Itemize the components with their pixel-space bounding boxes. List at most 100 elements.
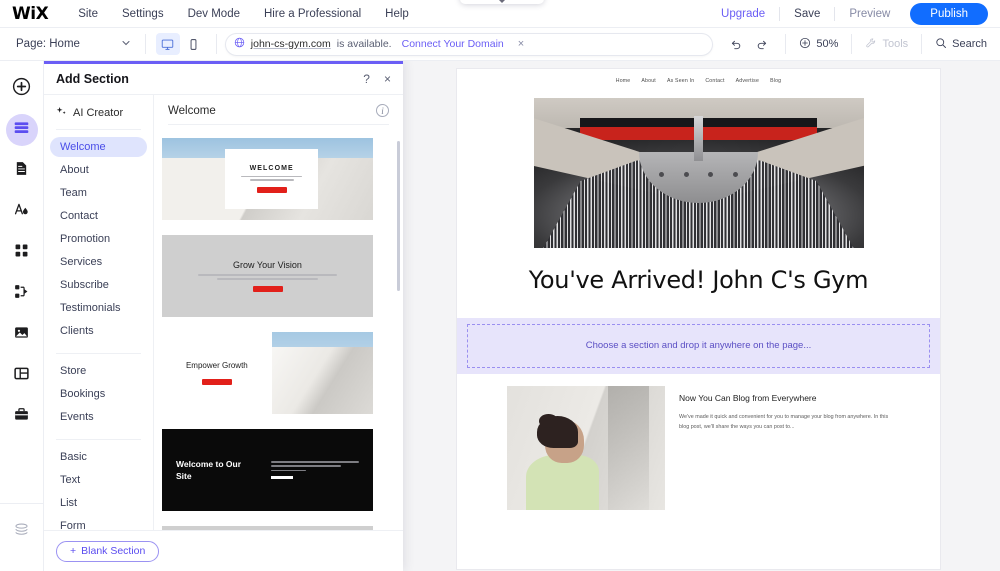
top-bar-actions: Upgrade Save Preview Publish [707,2,988,25]
close-icon[interactable]: × [518,38,524,50]
site-nav-as-seen-in[interactable]: As Seen In [667,78,694,84]
split-layout: Empower Growth [162,332,373,414]
category-clients[interactable]: Clients [50,321,147,341]
top-bar: WiX Site Settings Dev Mode Hire a Profes… [0,0,1000,28]
category-text[interactable]: Text [50,470,147,490]
theme-icon [13,201,30,223]
connect-your-domain-link[interactable]: Connect Your Domain [402,38,504,50]
site-design-button[interactable] [6,196,38,228]
panel-header: Add Section ? × [44,64,403,95]
sparkle-icon [56,106,67,120]
page-selector-label: Page: Home [16,38,80,50]
site-nav-home[interactable]: Home [616,78,631,84]
typewriter-key [708,172,714,177]
category-team[interactable]: Team [50,183,147,203]
upgrade-button[interactable]: Upgrade [707,8,779,20]
tooltip-caret-icon [498,0,506,3]
close-icon[interactable]: × [384,73,391,85]
ai-creator-button[interactable]: AI Creator [44,103,153,129]
section-thumbnail-empower-growth[interactable]: Empower Growth [162,332,373,414]
typewriter-key [658,172,664,177]
typewriter-key [683,172,689,177]
help-icon[interactable]: ? [363,73,370,85]
business-tools-button[interactable] [6,401,38,433]
section-thumbnail-welcome-overlay[interactable]: Welcome [162,526,373,530]
menu-settings[interactable]: Settings [122,8,164,20]
person-hair-bun [538,414,558,428]
layers-button[interactable] [6,516,38,548]
section-thumbnail-list: Welcome i WELCOME Grow Your Vision Empow… [154,95,403,530]
category-store[interactable]: Store [50,361,147,381]
scrollbar-thumb[interactable] [397,141,400,291]
dark-background: Welcome to Our Site [162,429,373,511]
category-testimonials[interactable]: Testimonials [50,298,147,318]
category-promotion[interactable]: Promotion [50,229,147,249]
publish-button[interactable]: Publish [910,2,988,25]
site-nav-about[interactable]: About [641,78,656,84]
category-events[interactable]: Events [50,407,147,427]
tools-button[interactable]: Tools [851,34,921,54]
save-button[interactable]: Save [780,8,834,20]
site-nav-advertise[interactable]: Advertise [736,78,759,84]
menu-help[interactable]: Help [385,8,409,20]
info-icon[interactable]: i [376,104,389,117]
editor-canvas[interactable]: Home About As Seen In Contact Advertise … [403,61,1000,571]
mobile-view-button[interactable] [182,33,206,55]
category-welcome[interactable]: Welcome [50,137,147,157]
site-nav-contact[interactable]: Contact [705,78,724,84]
briefcase-icon [13,406,30,428]
menu-site[interactable]: Site [78,8,98,20]
menu-hire-a-professional[interactable]: Hire a Professional [264,8,361,20]
category-basic[interactable]: Basic [50,447,147,467]
add-section-button[interactable] [5,114,38,146]
category-form[interactable]: Form [50,516,147,530]
text-line [249,179,294,182]
integrations-icon [13,283,30,305]
add-elements-button[interactable] [6,73,38,105]
redo-icon[interactable] [756,38,769,51]
blog-post-image[interactable] [507,385,665,510]
undo-icon[interactable] [729,38,742,51]
panel-footer: + Blank Section [44,530,403,571]
category-contact[interactable]: Contact [50,206,147,226]
hero-image-typewriter[interactable] [533,98,864,248]
thumbnails-scroll-area[interactable]: WELCOME Grow Your Vision Empower Growth … [154,125,403,530]
app-market-button[interactable] [6,237,38,269]
pages-menu-button[interactable] [6,155,38,187]
page-selector[interactable]: Page: Home [0,28,145,60]
site-preview-stage[interactable]: Home About As Seen In Contact Advertise … [457,69,940,569]
search-button[interactable]: Search [921,34,1000,54]
category-subscribe[interactable]: Subscribe [50,275,147,295]
category-list[interactable]: List [50,493,147,513]
thumbnail-cta-button [201,378,232,385]
dropzone-hint-text: Choose a section and drop it anywhere on… [585,340,812,352]
wix-logo[interactable]: WiX [12,4,49,24]
blog-post-excerpt: We've made it quick and convenient for y… [679,413,889,430]
typewriter-center-post [693,116,704,161]
category-services[interactable]: Services [50,252,147,272]
section-thumbnail-welcome-to-our-site[interactable]: Welcome to Our Site [162,429,373,511]
preview-button[interactable]: Preview [835,8,904,20]
gray-background: Grow Your Vision [162,235,373,317]
menu-dev-mode[interactable]: Dev Mode [188,8,240,20]
blog-post-title[interactable]: Now You Can Blog from Everywhere [679,392,890,405]
person-shirt [525,455,599,510]
media-button[interactable] [6,319,38,351]
section-thumbnail-grow-your-vision[interactable]: Grow Your Vision [162,235,373,317]
divider [56,439,141,440]
my-business-button[interactable] [6,278,38,310]
divider [56,353,141,354]
section-thumbnail-welcome-card[interactable]: WELCOME [162,138,373,220]
blog-section[interactable]: Now You Can Blog from Everywhere We've m… [457,374,940,510]
thumbnail-body-lines [197,274,338,280]
category-about[interactable]: About [50,160,147,180]
blank-section-button[interactable]: + Blank Section [56,540,160,562]
hero-title[interactable]: You've Arrived! John C's Gym [457,248,940,318]
section-dropzone[interactable]: Choose a section and drop it anywhere on… [457,317,940,374]
site-nav-blog[interactable]: Blog [770,78,781,84]
zoom-control[interactable]: 50% [785,34,851,54]
content-manager-button[interactable] [6,360,38,392]
category-bookings[interactable]: Bookings [50,384,147,404]
desktop-view-button[interactable] [155,33,180,55]
